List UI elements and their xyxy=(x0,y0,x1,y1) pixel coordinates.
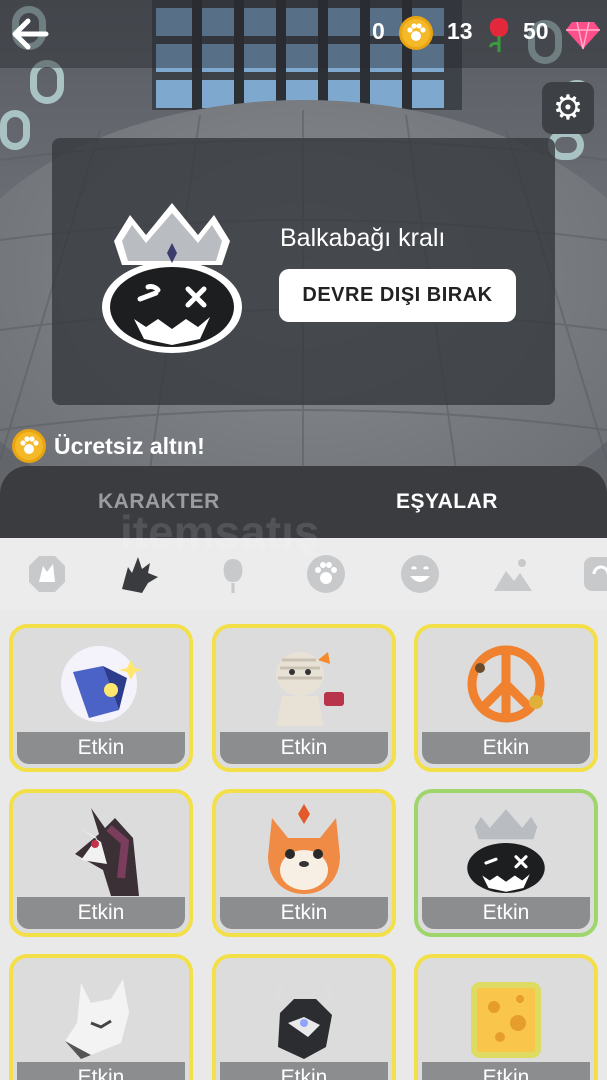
refresh-icon[interactable] xyxy=(580,553,607,595)
rose-count: 13 xyxy=(447,18,473,44)
settings-gear-icon[interactable]: ⚙ xyxy=(542,82,594,134)
item-status: Etkin xyxy=(220,897,388,929)
item-status: Etkin xyxy=(422,897,590,929)
wolf-badge-icon[interactable] xyxy=(26,553,68,595)
gem-icon xyxy=(565,20,601,50)
equipped-item-name: Balkabağı kralı xyxy=(280,224,446,252)
pumpkin-king-avatar-icon xyxy=(100,195,244,355)
back-arrow-icon[interactable] xyxy=(8,12,52,56)
mummy-icon xyxy=(216,628,392,738)
horned-wolf-icon xyxy=(216,958,392,1068)
free-gold-link[interactable]: Ücretsiz altın! xyxy=(12,428,205,464)
disable-button[interactable]: DEVRE DIŞI BIRAK xyxy=(279,269,516,322)
item-grid: Etkin Etkin Etkin Etkin Etkin Etkin Etki… xyxy=(0,610,607,1080)
cheese-icon xyxy=(418,958,594,1068)
item-status: Etkin xyxy=(220,732,388,764)
item-status: Etkin xyxy=(17,1062,185,1080)
item-card[interactable]: Etkin xyxy=(9,789,193,937)
item-status: Etkin xyxy=(17,897,185,929)
wolf-icon[interactable] xyxy=(118,553,160,595)
wolf-hood-icon xyxy=(13,793,189,903)
gem-count: 50 xyxy=(523,18,549,44)
item-card[interactable]: Etkin xyxy=(9,624,193,772)
item-status: Etkin xyxy=(17,732,185,764)
spellbook-icon xyxy=(13,628,189,738)
watermark: itemsatış xyxy=(120,506,320,558)
item-card[interactable]: Etkin xyxy=(212,954,396,1080)
pumpkin-king-icon xyxy=(418,793,594,903)
rose-icon[interactable] xyxy=(212,553,254,595)
smile-icon[interactable] xyxy=(399,553,441,595)
item-card-active[interactable]: Etkin xyxy=(414,789,598,937)
item-card[interactable]: Etkin xyxy=(414,624,598,772)
free-gold-label: Ücretsiz altın! xyxy=(54,432,205,459)
tab-esyalar[interactable]: EŞYALAR xyxy=(396,490,498,514)
item-card[interactable]: Etkin xyxy=(414,954,598,1080)
rose-icon xyxy=(484,14,514,54)
paw-coin-icon xyxy=(399,16,433,50)
fox-icon xyxy=(216,793,392,903)
item-card[interactable]: Etkin xyxy=(212,789,396,937)
item-status: Etkin xyxy=(220,1062,388,1080)
top-bar xyxy=(0,0,607,68)
paw-coin-icon xyxy=(12,429,46,463)
item-status: Etkin xyxy=(422,1062,590,1080)
white-wolf-icon xyxy=(13,958,189,1068)
item-status: Etkin xyxy=(422,732,590,764)
peace-sign-icon xyxy=(418,628,594,738)
paw-icon[interactable] xyxy=(305,553,347,595)
item-card[interactable]: Etkin xyxy=(9,954,193,1080)
paw-coin-count: 0 xyxy=(372,18,385,44)
landscape-icon[interactable] xyxy=(492,553,534,595)
item-card[interactable]: Etkin xyxy=(212,624,396,772)
